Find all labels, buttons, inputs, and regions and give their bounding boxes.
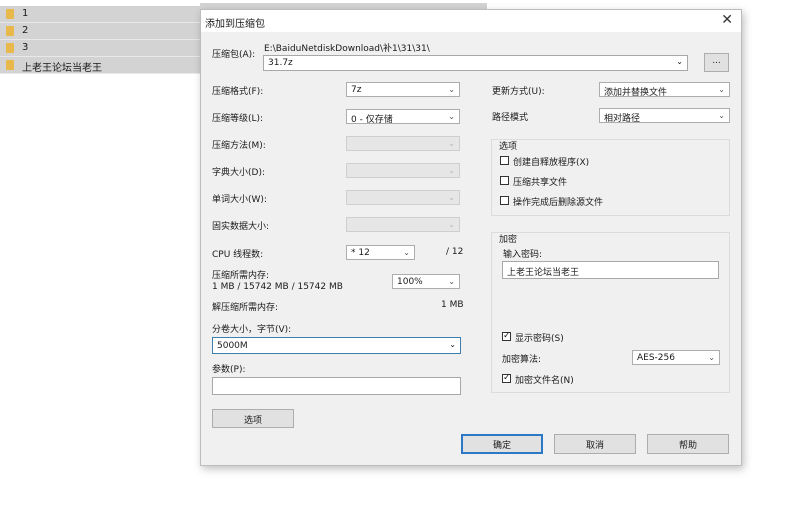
close-icon[interactable]: ✕: [721, 12, 733, 28]
shared-label: 压缩共享文件: [513, 178, 568, 188]
update-mode-select[interactable]: 添加并替换文件 ⌄: [599, 82, 730, 98]
chevron-down-icon: ⌄: [448, 193, 455, 202]
list-item[interactable]: 1: [0, 6, 200, 23]
cpu-threads-value: * 12: [351, 248, 370, 258]
password-input[interactable]: 上老王论坛当老王: [502, 261, 719, 279]
cancel-button[interactable]: 取消: [554, 434, 636, 454]
folder-icon: [6, 60, 14, 70]
path-mode-label: 路径模式: [492, 113, 529, 123]
dict-select: ⌄: [346, 163, 460, 178]
password-label: 输入密码:: [503, 250, 543, 260]
method-label: 压缩方法(M):: [212, 141, 266, 151]
enc-method-label: 加密算法:: [502, 355, 542, 365]
format-label: 压缩格式(F):: [212, 87, 264, 97]
folder-icon: [6, 43, 14, 53]
check-icon: ✓: [503, 373, 511, 383]
enc-method-value: AES-256: [637, 353, 675, 363]
solid-select: ⌄: [346, 217, 460, 232]
mem-comp-detail: 1 MB / 15742 MB / 15742 MB: [212, 282, 343, 292]
options-group: 选项 创建自释放程序(X) 压缩共享文件 操作完成后删除源文件: [491, 139, 730, 216]
show-password-label: 显示密码(S): [515, 334, 564, 344]
path-mode-select[interactable]: 相对路径 ⌄: [599, 108, 730, 124]
list-item[interactable]: 3: [0, 40, 200, 57]
mem-usage-select[interactable]: 100% ⌄: [392, 274, 460, 289]
ok-button[interactable]: 确定: [461, 434, 543, 454]
archive-name-value: 31.7z: [268, 58, 293, 68]
chevron-down-icon: ⌄: [448, 139, 455, 148]
archive-label: 压缩包(A):: [212, 50, 256, 60]
format-select[interactable]: 7z ⌄: [346, 82, 460, 97]
chevron-down-icon: ⌄: [449, 340, 456, 349]
sfx-label: 创建自释放程序(X): [513, 158, 590, 168]
split-size-combo[interactable]: 5000M ⌄: [212, 337, 461, 354]
params-label: 参数(P):: [212, 365, 246, 375]
chevron-down-icon: ⌄: [403, 248, 410, 257]
encryption-group: 加密 输入密码: 上老王论坛当老王 ✓ 显示密码(S) 加密算法: AES-25…: [491, 232, 730, 393]
check-icon: ✓: [503, 331, 511, 341]
list-item-label: 3: [22, 42, 29, 53]
list-item[interactable]: 上老王论坛当老王: [0, 57, 200, 74]
encrypt-filenames-label: 加密文件名(N): [515, 376, 574, 386]
delete-source-label: 操作完成后删除源文件: [513, 198, 604, 208]
chevron-down-icon: ⌄: [718, 111, 725, 120]
delete-source-checkbox[interactable]: [500, 196, 509, 205]
shared-checkbox[interactable]: [500, 176, 509, 185]
chevron-down-icon: ⌄: [708, 353, 715, 362]
chevron-down-icon: ⌄: [448, 166, 455, 175]
chevron-down-icon: ⌄: [448, 220, 455, 229]
help-button[interactable]: 帮助: [647, 434, 729, 454]
options-button[interactable]: 选项: [212, 409, 294, 428]
word-select: ⌄: [346, 190, 460, 205]
format-value: 7z: [351, 85, 362, 95]
mem-comp-label: 压缩所需内存:: [212, 271, 270, 281]
list-item-label: 上老王论坛当老王: [22, 63, 102, 74]
split-label: 分卷大小，字节(V):: [212, 325, 292, 335]
dialog-title: 添加到压缩包: [205, 19, 265, 30]
chevron-down-icon: ⌄: [448, 277, 455, 286]
browse-button[interactable]: ...: [704, 53, 729, 72]
list-item-label: 1: [22, 8, 29, 19]
mem-decomp-value: 1 MB: [441, 300, 464, 310]
chevron-down-icon: ⌄: [676, 57, 683, 66]
chevron-down-icon: ⌄: [448, 112, 455, 121]
level-value: 0 - 仅存储: [351, 115, 393, 125]
list-item-label: 2: [22, 25, 29, 36]
archive-path: E:\BaiduNetdiskDownload\补1\31\31\: [264, 44, 430, 54]
update-label: 更新方式(U):: [492, 87, 545, 97]
chevron-down-icon: ⌄: [718, 85, 725, 94]
mem-decomp-label: 解压缩所需内存:: [212, 303, 279, 313]
cpu-threads-max: / 12: [446, 247, 464, 257]
sfx-checkbox[interactable]: [500, 156, 509, 165]
password-value: 上老王论坛当老王: [507, 268, 580, 278]
update-mode-value: 添加并替换文件: [604, 88, 668, 98]
chevron-down-icon: ⌄: [448, 85, 455, 94]
list-item[interactable]: 2: [0, 23, 200, 40]
add-to-archive-dialog: 添加到压缩包 ✕ 压缩包(A): E:\BaiduNetdiskDownload…: [200, 9, 742, 466]
encryption-group-title: 加密: [499, 235, 518, 245]
word-label: 单词大小(W):: [212, 195, 267, 205]
cpu-label: CPU 线程数:: [212, 250, 264, 260]
path-mode-value: 相对路径: [604, 114, 641, 124]
dialog-titlebar: 添加到压缩包 ✕: [201, 10, 741, 32]
enc-method-select[interactable]: AES-256 ⌄: [632, 350, 720, 365]
encrypt-filenames-checkbox[interactable]: ✓: [502, 373, 511, 383]
level-label: 压缩等级(L):: [212, 114, 264, 124]
mem-usage-value: 100%: [397, 277, 423, 287]
dict-label: 字典大小(D):: [212, 168, 265, 178]
solid-label: 固实数据大小:: [212, 222, 270, 232]
params-input[interactable]: [212, 377, 461, 395]
folder-icon: [6, 9, 14, 19]
method-select: ⌄: [346, 136, 460, 151]
archive-name-combo[interactable]: 31.7z ⌄: [263, 55, 688, 71]
split-size-value: 5000M: [217, 341, 248, 351]
show-password-checkbox[interactable]: ✓: [502, 331, 511, 341]
cpu-threads-select[interactable]: * 12 ⌄: [346, 245, 415, 260]
options-group-title: 选项: [499, 142, 518, 152]
folder-icon: [6, 26, 14, 36]
level-select[interactable]: 0 - 仅存储 ⌄: [346, 109, 460, 125]
